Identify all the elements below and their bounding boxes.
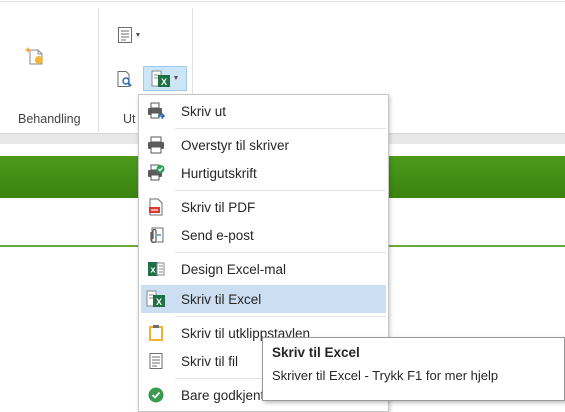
print-preview-button[interactable]: [114, 68, 136, 90]
pdf-icon: [149, 198, 163, 216]
new-document-sparkle-icon: [25, 47, 43, 65]
printer-icon: [148, 136, 164, 154]
svg-text:X: X: [156, 297, 162, 307]
check-circle-icon: [148, 387, 164, 403]
menu-item-quick-print[interactable]: Hurtigutskrift: [141, 159, 386, 187]
excel-export-icon: X: [151, 70, 170, 87]
menu-item-write-pdf[interactable]: Skriv til PDF: [141, 193, 386, 221]
menu-item-label: Send e-post: [181, 227, 254, 243]
file-icon: [149, 353, 163, 369]
menu-item-label: Skriv til fil: [181, 353, 238, 369]
quick-print-icon: [148, 164, 165, 181]
group-label-ut: Ut: [123, 112, 136, 126]
menu-separator: [175, 190, 386, 191]
clipboard-icon: [149, 325, 163, 341]
process-button[interactable]: [20, 42, 50, 70]
tooltip-description: Skriver til Excel - Trykk F1 for mer hje…: [272, 368, 499, 383]
svg-text:X: X: [161, 77, 167, 87]
menu-separator: [175, 316, 386, 317]
tooltip: Skriv til Excel Skriver til Excel - Tryk…: [262, 337, 565, 401]
email-attachment-icon: [150, 227, 164, 244]
excel-design-icon: x: [148, 262, 165, 276]
group-label-behandling: Behandling: [18, 112, 81, 126]
menu-item-override-printer[interactable]: Overstyr til skriver: [141, 131, 386, 159]
menu-item-label: Hurtigutskrift: [181, 165, 257, 181]
menu-item-print[interactable]: Skriv ut: [141, 97, 386, 125]
svg-text:x: x: [150, 265, 155, 275]
export-excel-dropdown-button[interactable]: X ▼: [143, 66, 187, 91]
print-preview-icon: [117, 71, 132, 87]
menu-item-label: Skriv til Excel: [181, 291, 262, 307]
report-list-icon: [117, 27, 132, 43]
chevron-down-icon: ▼: [134, 31, 142, 39]
menu-item-label: Design Excel-mal: [181, 261, 287, 277]
menu-item-label: Bare godkjente: [181, 387, 272, 403]
menu-separator: [175, 128, 386, 129]
menu-item-write-excel[interactable]: X Skriv til Excel: [141, 285, 386, 313]
group-separator: [98, 8, 99, 132]
menu-item-label: Skriv til PDF: [181, 199, 256, 215]
chevron-down-icon: ▼: [172, 75, 180, 82]
tooltip-title: Skriv til Excel: [272, 345, 360, 360]
report-dropdown-button[interactable]: ▼: [111, 24, 147, 46]
menu-item-send-email[interactable]: Send e-post: [141, 221, 386, 249]
printer-arrow-icon: [148, 102, 165, 120]
excel-export-icon: X: [146, 290, 165, 307]
menu-item-design-excel-template[interactable]: x Design Excel-mal: [141, 255, 386, 283]
ribbon-top-border: [0, 1, 565, 2]
menu-item-label: Overstyr til skriver: [181, 137, 289, 153]
menu-separator: [175, 252, 386, 253]
menu-item-label: Skriv ut: [181, 103, 227, 119]
